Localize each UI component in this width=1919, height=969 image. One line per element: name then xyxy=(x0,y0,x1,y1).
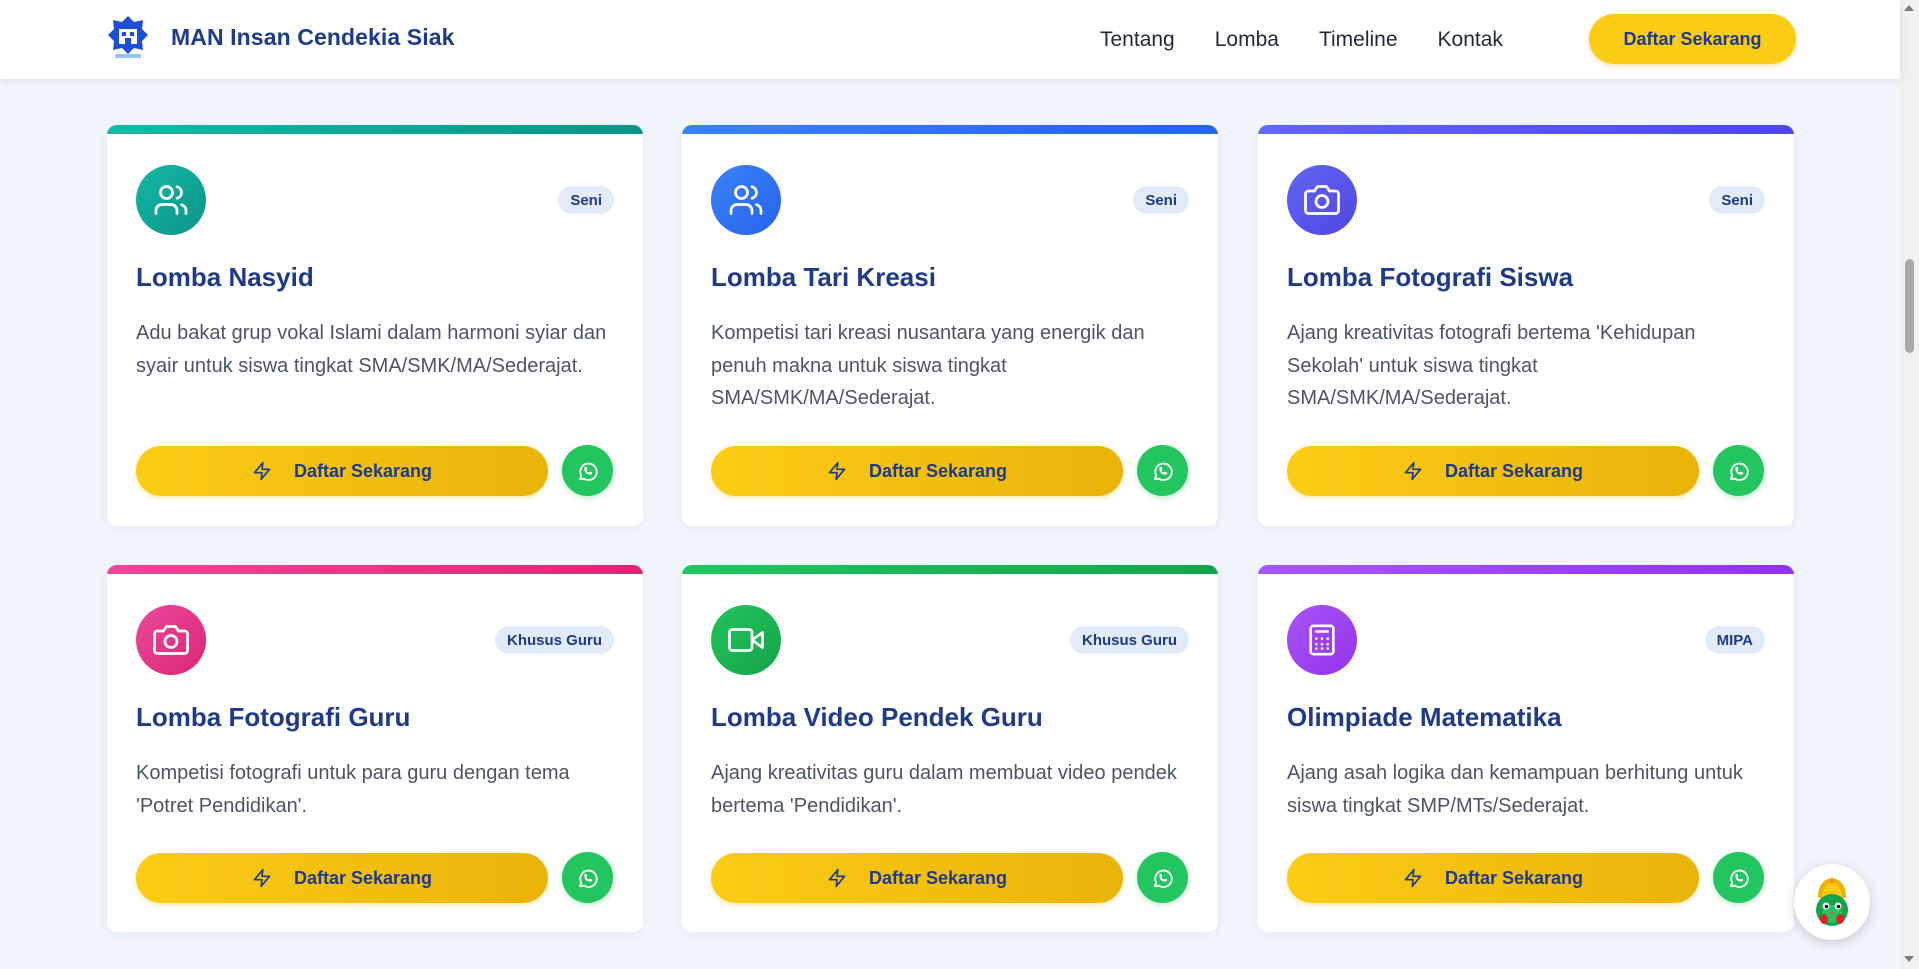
users-icon xyxy=(711,165,781,235)
card-accent-bar xyxy=(682,125,1218,134)
competition-card-fotografi-guru: Khusus Guru Lomba Fotografi Guru Kompeti… xyxy=(107,565,643,932)
card-title: Olimpiade Matematika xyxy=(1287,702,1562,732)
competition-card-fotografi-siswa: Seni Lomba Fotografi Siswa Ajang kreativ… xyxy=(1258,125,1794,526)
card-description: Ajang kreativitas fotografi bertema 'Keh… xyxy=(1287,322,1696,409)
camera-icon xyxy=(1287,165,1357,235)
register-button[interactable]: Daftar Sekarang xyxy=(136,446,548,496)
register-button[interactable]: Daftar Sekarang xyxy=(1287,853,1699,903)
users-icon xyxy=(136,165,206,235)
register-button-label: Daftar Sekarang xyxy=(1444,460,1584,481)
whatsapp-icon xyxy=(578,462,598,481)
lightning-icon xyxy=(827,868,847,888)
card-accent-bar xyxy=(1258,125,1794,134)
mascot-chat-button[interactable] xyxy=(1794,864,1870,940)
nav-link-kontak[interactable]: Kontak xyxy=(1438,28,1503,52)
calculator-icon xyxy=(1287,605,1357,675)
whatsapp-icon xyxy=(1729,869,1749,888)
scroll-down-arrow-icon[interactable] xyxy=(1904,956,1914,962)
brand-name: MAN Insan Cendekia Siak xyxy=(171,23,455,50)
whatsapp-icon xyxy=(578,869,598,888)
whatsapp-button[interactable] xyxy=(1137,852,1188,903)
whatsapp-button[interactable] xyxy=(562,852,613,903)
register-button-label: Daftar Sekarang xyxy=(293,460,433,481)
category-badge: Seni xyxy=(1709,186,1765,214)
whatsapp-button[interactable] xyxy=(1713,445,1764,496)
whatsapp-icon xyxy=(1153,462,1173,481)
camera-icon xyxy=(136,605,206,675)
competition-card-olimpiade-matematika: MIPA Olimpiade Matematika Ajang asah log… xyxy=(1258,565,1794,932)
category-badge: Seni xyxy=(558,186,614,214)
school-logo xyxy=(107,14,149,60)
competition-card-video-pendek-guru: Khusus Guru Lomba Video Pendek Guru Ajan… xyxy=(682,565,1218,932)
category-badge: Khusus Guru xyxy=(1069,626,1189,654)
lightning-icon xyxy=(1403,868,1423,888)
scrollbar-thumb[interactable] xyxy=(1905,259,1914,353)
competition-card-tari-kreasi: Seni Lomba Tari Kreasi Kompetisi tari kr… xyxy=(682,125,1218,526)
card-accent-bar xyxy=(1258,565,1794,574)
card-description: Ajang kreativitas guru dalam membuat vid… xyxy=(711,762,1177,817)
scroll-up-arrow-icon[interactable] xyxy=(1904,5,1914,11)
card-description: Adu bakat grup vokal Islami dalam harmon… xyxy=(136,322,607,377)
card-accent-bar xyxy=(107,125,643,134)
category-badge: Khusus Guru xyxy=(494,626,614,654)
category-badge: Seni xyxy=(1133,186,1189,214)
register-button[interactable]: Daftar Sekarang xyxy=(1287,446,1699,496)
card-title: Lomba Tari Kreasi xyxy=(711,262,936,292)
navbar-register-button[interactable]: Daftar Sekarang xyxy=(1589,14,1796,64)
lightning-icon xyxy=(252,868,272,888)
register-button[interactable]: Daftar Sekarang xyxy=(711,853,1123,903)
card-description: Kompetisi fotografi untuk para guru deng… xyxy=(136,762,570,817)
register-button[interactable]: Daftar Sekarang xyxy=(711,446,1123,496)
card-description: Kompetisi tari kreasi nusantara yang ene… xyxy=(711,322,1145,409)
register-button-label: Daftar Sekarang xyxy=(868,460,1008,481)
main-nav: Tentang Lomba Timeline Kontak xyxy=(1100,0,1543,79)
nav-link-lomba[interactable]: Lomba xyxy=(1215,28,1279,52)
lightning-icon xyxy=(252,461,272,481)
whatsapp-button[interactable] xyxy=(1713,852,1764,903)
card-title: Lomba Fotografi Siswa xyxy=(1287,262,1574,292)
category-badge: MIPA xyxy=(1704,626,1765,654)
whatsapp-icon xyxy=(1153,869,1173,888)
video-icon xyxy=(711,605,781,675)
card-title: Lomba Nasyid xyxy=(136,262,314,292)
nav-link-tentang[interactable]: Tentang xyxy=(1100,28,1175,52)
card-accent-bar xyxy=(107,565,643,574)
mascot-icon xyxy=(1816,878,1848,926)
register-button-label: Daftar Sekarang xyxy=(1444,867,1584,888)
register-button-label: Daftar Sekarang xyxy=(293,867,433,888)
whatsapp-button[interactable] xyxy=(1137,445,1188,496)
brand[interactable]: MAN Insan Cendekia Siak xyxy=(107,14,455,60)
card-accent-bar xyxy=(682,565,1218,574)
nav-link-timeline[interactable]: Timeline xyxy=(1319,28,1398,52)
lightning-icon xyxy=(827,461,847,481)
navbar: MAN Insan Cendekia Siak Tentang Lomba Ti… xyxy=(0,0,1900,79)
whatsapp-button[interactable] xyxy=(562,445,613,496)
competition-card-nasyid: Seni Lomba Nasyid Adu bakat grup vokal I… xyxy=(107,125,643,526)
register-button-label: Daftar Sekarang xyxy=(868,867,1008,888)
card-title: Lomba Video Pendek Guru xyxy=(711,702,1043,732)
page-scrollbar[interactable] xyxy=(1900,0,1919,969)
lightning-icon xyxy=(1403,461,1423,481)
card-description: Ajang asah logika dan kemampuan berhitun… xyxy=(1287,762,1743,817)
register-button[interactable]: Daftar Sekarang xyxy=(136,853,548,903)
whatsapp-icon xyxy=(1729,462,1749,481)
card-title: Lomba Fotografi Guru xyxy=(136,702,411,732)
